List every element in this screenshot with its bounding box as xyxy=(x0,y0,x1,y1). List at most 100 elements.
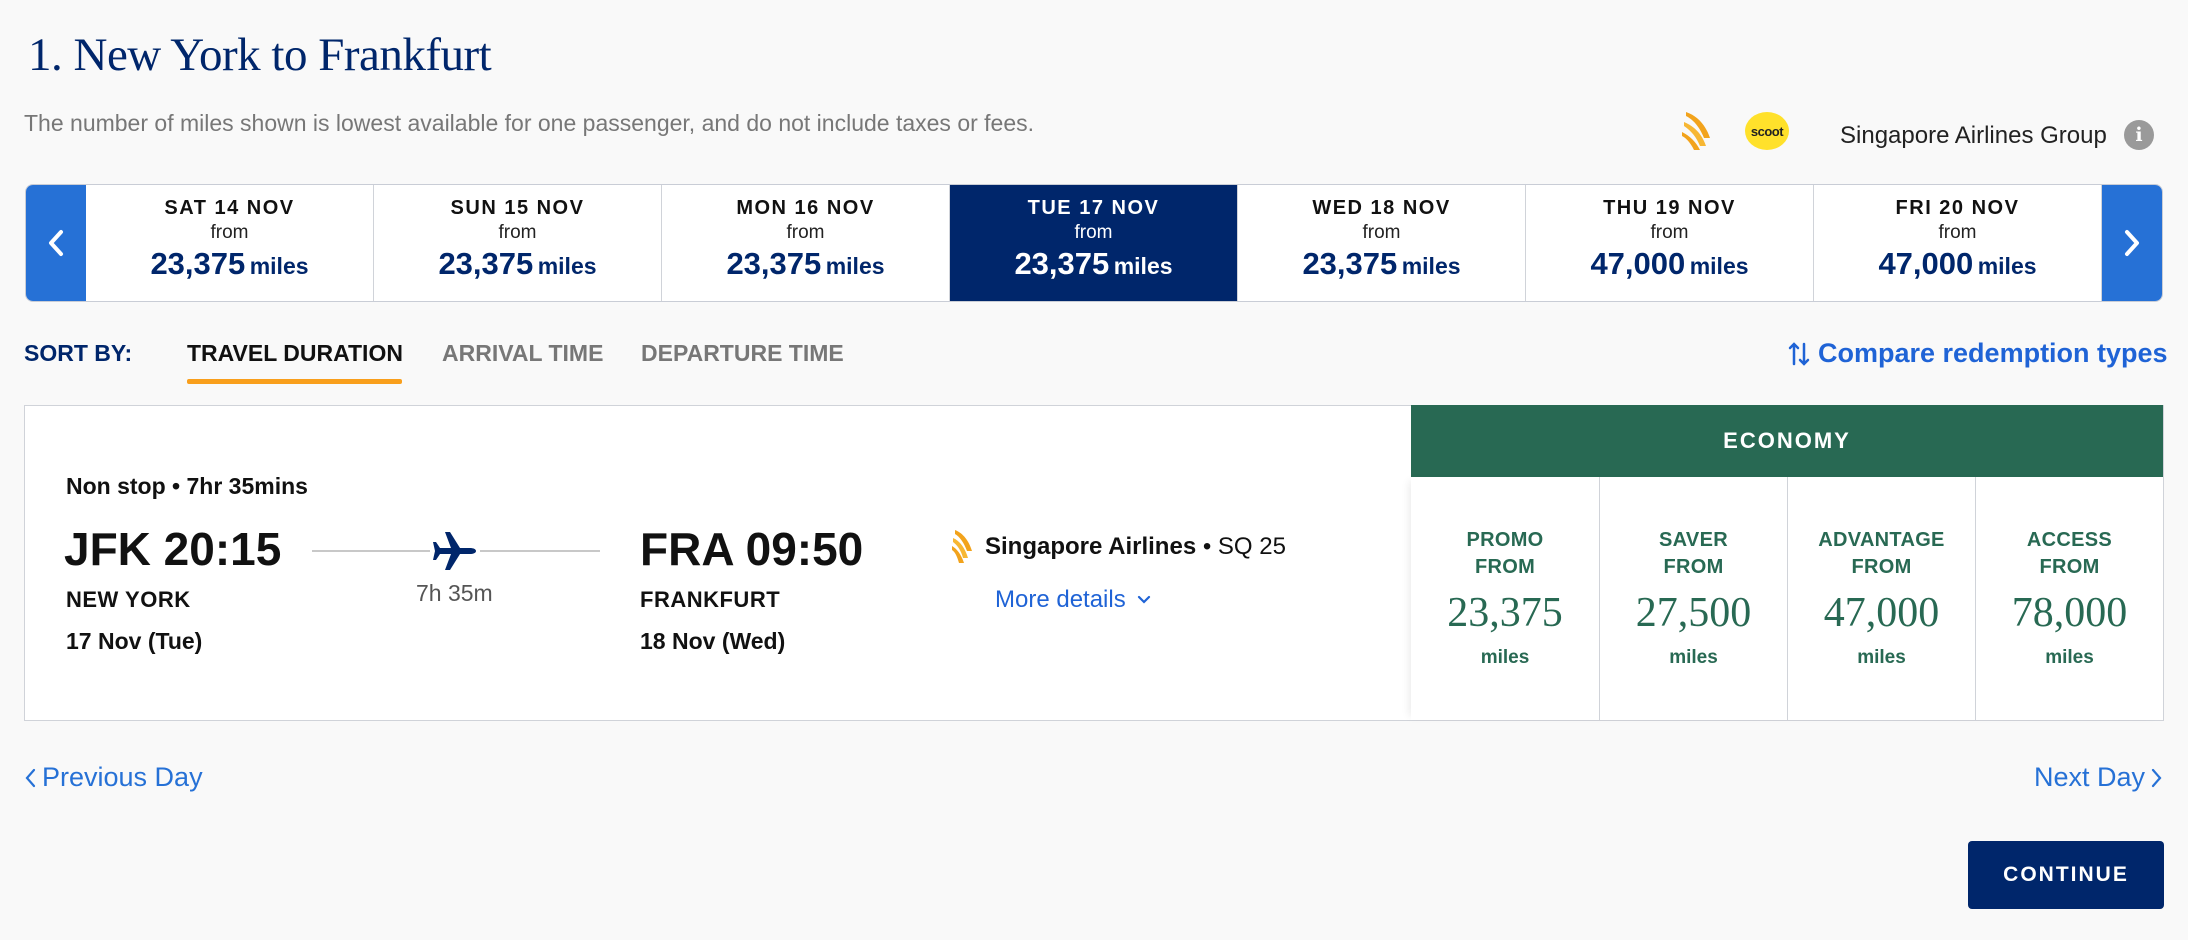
fare-miles-unit: miles xyxy=(1480,647,1530,668)
date-label: SUN 15 NOV xyxy=(450,197,585,219)
stop-info: Non stop • 7hr 35mins xyxy=(66,473,308,499)
date-price: 47,000 miles xyxy=(1590,246,1748,282)
date-from-label: from xyxy=(1650,222,1689,243)
date-cell-tue-17-nov[interactable]: TUE 17 NOV from 23,375 miles xyxy=(950,185,1238,301)
departure-city: NEW YORK xyxy=(66,587,191,612)
fare-options: PROMO FROM 23,375 miles SAVER FROM 27,500 … xyxy=(1411,477,2163,720)
date-from-label: from xyxy=(1074,222,1113,243)
continue-button[interactable]: CONTINUE xyxy=(1968,841,2164,909)
date-cell-sun-15-nov[interactable]: SUN 15 NOV from 23,375 miles xyxy=(374,185,662,301)
sort-tab-departure-time[interactable]: DEPARTURE TIME xyxy=(641,340,844,367)
next-day-link[interactable]: Next Day xyxy=(2034,762,2163,793)
departure-time: JFK 20:15 xyxy=(64,523,282,575)
compare-link-label: Compare redemption types xyxy=(1818,338,2168,368)
compare-redemption-types-link[interactable]: Compare redemption types xyxy=(1788,338,2168,369)
date-price: 23,375 miles xyxy=(150,246,308,282)
fare-option-access[interactable]: ACCESS FROM 78,000 miles xyxy=(1975,477,2163,720)
date-cell-thu-19-nov[interactable]: THU 19 NOV from 47,000 miles xyxy=(1526,185,1814,301)
date-miles-unit: miles xyxy=(537,253,597,279)
fare-miles-value: 27,500 xyxy=(1635,590,1752,636)
date-price: 47,000 miles xyxy=(1878,246,2036,282)
more-details-label: More details xyxy=(995,586,1126,613)
sort-tab-travel-duration[interactable]: TRAVEL DURATION xyxy=(187,340,403,367)
fare-miles-unit: miles xyxy=(2045,647,2094,668)
fare-type-label: PROMO FROM xyxy=(1466,529,1544,578)
date-selector-strip: SAT 14 NOV from 23,375 miles SUN 15 NOV … xyxy=(25,184,2163,302)
date-miles-value: 23,375 xyxy=(438,246,534,281)
sort-by-label: SORT BY: xyxy=(24,340,133,366)
fare-type-label: ACCESS FROM xyxy=(2026,529,2113,578)
date-from-label: from xyxy=(786,222,825,243)
fare-option-advantage[interactable]: ADVANTAGE FROM 47,000 miles xyxy=(1787,477,1975,720)
date-price: 23,375 miles xyxy=(1302,246,1460,282)
info-icon[interactable]: i xyxy=(2124,120,2154,150)
fare-option-promo[interactable]: PROMO FROM 23,375 miles xyxy=(1411,477,1599,720)
date-from-label: from xyxy=(1362,222,1401,243)
chevron-right-icon xyxy=(2151,768,2162,787)
more-details-link[interactable]: More details xyxy=(995,586,1152,614)
date-cell-fri-20-nov[interactable]: FRI 20 NOV from 47,000 miles xyxy=(1814,185,2102,301)
chevron-left-icon xyxy=(25,768,36,787)
fare-miles-value: 47,000 xyxy=(1823,590,1940,636)
cabin-header-economy: ECONOMY xyxy=(1411,405,2163,477)
singapore-airlines-logo-icon xyxy=(1682,112,1710,150)
date-miles-unit: miles xyxy=(1113,253,1173,279)
chevron-down-icon xyxy=(1137,595,1150,604)
fare-miles-unit: miles xyxy=(1669,647,1718,668)
next-day-label: Next Day xyxy=(2034,762,2146,792)
date-label: TUE 17 NOV xyxy=(1027,197,1160,219)
date-miles-unit: miles xyxy=(1401,253,1461,279)
date-from-label: from xyxy=(498,222,537,243)
previous-day-label: Previous Day xyxy=(42,762,203,792)
arrival-time: FRA 09:50 xyxy=(640,523,864,575)
airline-group-label: Singapore Airlines Group xyxy=(1840,122,2107,149)
date-miles-value: 23,375 xyxy=(726,246,822,281)
chevron-right-icon xyxy=(2125,230,2139,256)
date-label: MON 16 NOV xyxy=(736,197,875,219)
date-miles-unit: miles xyxy=(825,253,885,279)
date-label: SAT 14 NOV xyxy=(164,197,295,219)
date-miles-value: 23,375 xyxy=(150,246,246,281)
fare-type-label: SAVER FROM xyxy=(1659,529,1728,578)
date-label: FRI 20 NOV xyxy=(1895,197,2020,219)
date-label: WED 18 NOV xyxy=(1312,197,1451,219)
fare-miles-value: 78,000 xyxy=(2011,590,2128,636)
date-from-label: from xyxy=(210,222,249,243)
date-price: 23,375 miles xyxy=(726,246,884,282)
date-miles-value: 47,000 xyxy=(1590,246,1686,281)
date-next-button[interactable] xyxy=(2102,185,2162,301)
page-title: 1. New York to Frankfurt xyxy=(28,29,492,81)
singapore-airlines-logo-icon xyxy=(952,530,972,563)
scoot-logo-icon: scoot xyxy=(1745,112,1789,150)
date-miles-value: 23,375 xyxy=(1302,246,1398,281)
date-prev-button[interactable] xyxy=(26,185,86,301)
date-miles-value: 23,375 xyxy=(1014,246,1110,281)
date-label: THU 19 NOV xyxy=(1603,197,1736,219)
chevron-left-icon xyxy=(49,230,63,256)
fare-option-saver[interactable]: SAVER FROM 27,500 miles xyxy=(1599,477,1787,720)
date-from-label: from xyxy=(1938,222,1977,243)
date-miles-unit: miles xyxy=(1977,253,2037,279)
flight-number: • SQ 25 xyxy=(1196,533,1286,560)
active-sort-underline xyxy=(187,379,402,384)
fare-type-label: ADVANTAGE FROM xyxy=(1818,529,1945,578)
sort-tab-arrival-time[interactable]: ARRIVAL TIME xyxy=(442,340,603,367)
date-miles-unit: miles xyxy=(249,253,309,279)
date-price: 23,375 miles xyxy=(438,246,596,282)
fare-miles-unit: miles xyxy=(1857,647,1906,668)
date-miles-unit: miles xyxy=(1689,253,1749,279)
miles-disclaimer: The number of miles shown is lowest avai… xyxy=(24,110,1035,136)
date-price: 23,375 miles xyxy=(1014,246,1172,282)
date-cell-sat-14-nov[interactable]: SAT 14 NOV from 23,375 miles xyxy=(86,185,374,301)
date-miles-value: 47,000 xyxy=(1878,246,1974,281)
arrival-date: 18 Nov (Wed) xyxy=(640,628,786,654)
date-cell-mon-16-nov[interactable]: MON 16 NOV from 23,375 miles xyxy=(662,185,950,301)
previous-day-link[interactable]: Previous Day xyxy=(24,762,203,793)
flight-duration: 7h 35m xyxy=(416,580,493,606)
arrival-city: FRANKFURT xyxy=(640,587,781,612)
departure-date: 17 Nov (Tue) xyxy=(66,628,203,654)
airplane-icon xyxy=(430,532,480,570)
sort-arrows-icon xyxy=(1788,341,1810,366)
airline-info: Singapore Airlines • SQ 25 xyxy=(985,533,1286,561)
date-cell-wed-18-nov[interactable]: WED 18 NOV from 23,375 miles xyxy=(1238,185,1526,301)
